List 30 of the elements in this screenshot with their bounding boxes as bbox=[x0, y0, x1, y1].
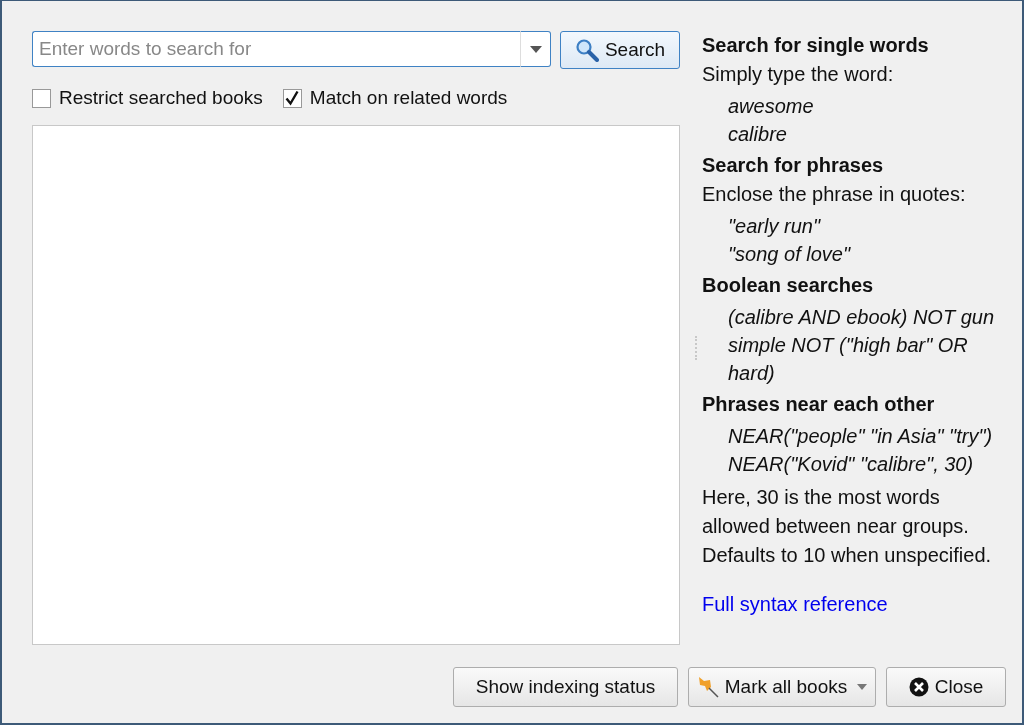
checkbox[interactable] bbox=[32, 88, 51, 108]
mark-books-button[interactable]: Mark all books bbox=[688, 667, 876, 707]
checkbox-label[interactable]: Match on related words bbox=[309, 87, 508, 109]
checkbox[interactable] bbox=[282, 88, 302, 108]
search-field[interactable]: Enter words to search for bbox=[32, 31, 521, 67]
example-text: NEAR("people" "in Asia" "try") bbox=[728, 424, 994, 449]
example-text: "song of love" bbox=[728, 242, 852, 267]
caret-icon bbox=[857, 684, 868, 690]
example-text: (calibre AND ebook) NOT gun bbox=[728, 305, 996, 330]
search-button[interactable]: Search bbox=[560, 31, 680, 69]
close-button[interactable]: Close bbox=[886, 667, 1006, 707]
section-heading: Boolean searches bbox=[702, 273, 875, 298]
help-text: Simply type the word: bbox=[702, 62, 895, 87]
section-heading: Search for single words bbox=[702, 33, 930, 58]
close-icon bbox=[908, 677, 929, 697]
splitter-handle[interactable] bbox=[695, 336, 700, 360]
syntax-reference-link[interactable]: Full syntax reference bbox=[702, 590, 888, 619]
checkbox-label[interactable]: Restrict searched books bbox=[59, 87, 263, 109]
pin-icon bbox=[696, 676, 719, 698]
example-text: NEAR("Kovid" "calibre", 30) bbox=[728, 452, 975, 477]
section-heading: Phrases near each other bbox=[702, 392, 936, 417]
help-text: Enclose the phrase in quotes: bbox=[702, 182, 967, 207]
search-icon bbox=[574, 38, 599, 62]
indexing-status-button[interactable]: Show indexing status bbox=[453, 667, 678, 707]
example-text: simple NOT ("high bar" OR hard) bbox=[728, 333, 969, 386]
example-text: calibre bbox=[728, 122, 788, 147]
section-heading: Search for phrases bbox=[702, 153, 885, 178]
example-text: "early run" bbox=[728, 214, 822, 239]
example-text: awesome bbox=[728, 94, 815, 119]
help-text: Here, 30 is the most words allowed between near groups. Defaults to 10 when unspecified. bbox=[702, 485, 993, 568]
